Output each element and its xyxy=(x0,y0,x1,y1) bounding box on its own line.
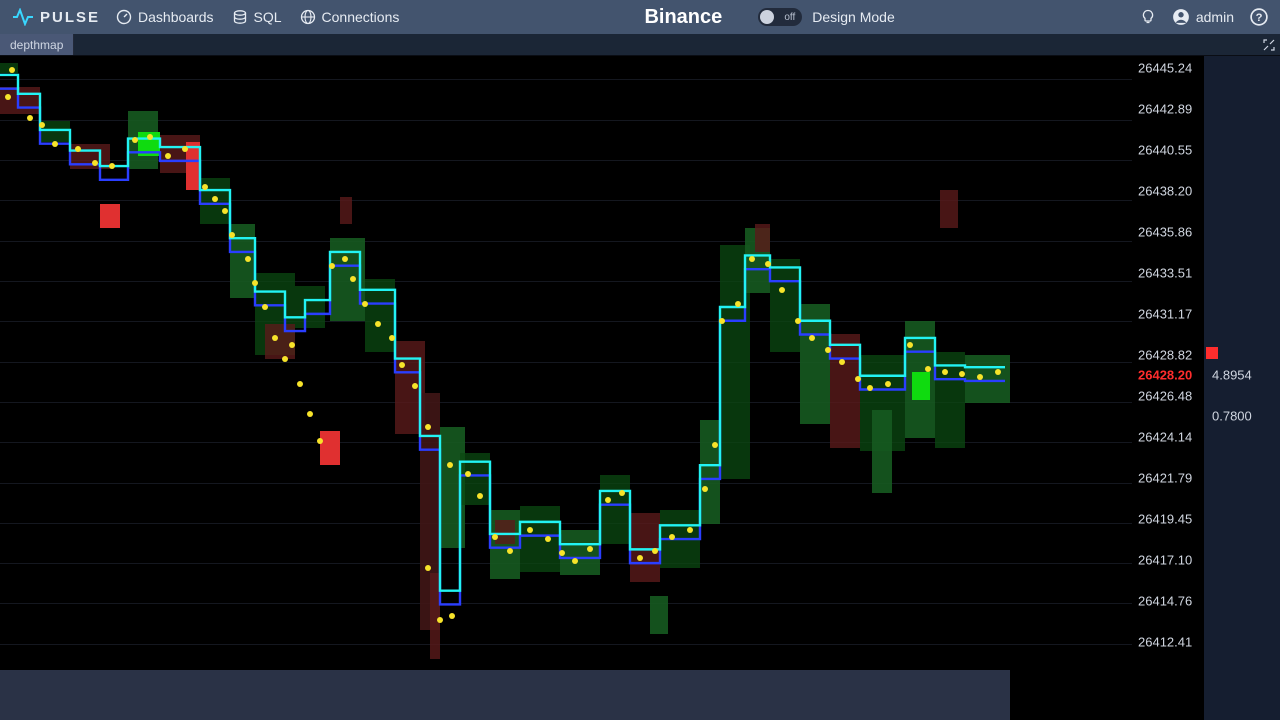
y-axis-tick: 26428.20 xyxy=(1138,368,1192,383)
y-axis-tick: 26421.79 xyxy=(1138,471,1192,486)
y-axis-tick: 26445.24 xyxy=(1138,61,1192,76)
side-panel: 4.8954 0.7800 xyxy=(1204,56,1280,720)
tabbar: depthmap xyxy=(0,34,1280,56)
svg-text:?: ? xyxy=(1256,12,1263,24)
tab-depthmap[interactable]: depthmap xyxy=(0,34,74,55)
app-logo[interactable]: PULSE xyxy=(12,8,100,26)
header: PULSE Dashboards SQL Connections Binance… xyxy=(0,0,1280,34)
y-axis-tick: 26417.10 xyxy=(1138,553,1192,568)
y-axis-tick: 26428.82 xyxy=(1138,348,1192,363)
app-title: Binance xyxy=(644,6,722,29)
gauge-icon xyxy=(116,9,132,25)
main: 26445.24 26442.89 26440.55 26438.20 26435.86… xyxy=(0,56,1280,720)
user-menu[interactable]: admin xyxy=(1172,8,1234,26)
side-value: 0.7800 xyxy=(1212,409,1252,424)
database-icon xyxy=(232,9,248,25)
nav-dashboards[interactable]: Dashboards xyxy=(116,9,214,25)
nav: Dashboards SQL Connections xyxy=(116,9,399,25)
globe-icon xyxy=(300,9,316,25)
design-mode-toggle[interactable]: off xyxy=(758,8,802,26)
y-axis-tick: 26433.51 xyxy=(1138,266,1192,281)
help-icon[interactable]: ? xyxy=(1250,8,1268,26)
price-axis: 26445.24 26442.89 26440.55 26438.20 26435.86… xyxy=(1132,56,1204,720)
design-mode-label: Design Mode xyxy=(812,9,895,25)
y-axis-tick: 26424.14 xyxy=(1138,430,1192,445)
y-axis-tick: 26412.41 xyxy=(1138,635,1192,650)
header-right: admin ? xyxy=(1140,8,1268,26)
depthmap-chart[interactable] xyxy=(0,56,1132,720)
user-name: admin xyxy=(1196,9,1234,25)
time-scrubber[interactable] xyxy=(0,670,1010,720)
app-brand: PULSE xyxy=(40,9,100,26)
expand-icon xyxy=(1263,39,1275,51)
y-axis-tick: 26426.48 xyxy=(1138,389,1192,404)
y-axis-tick: 26440.55 xyxy=(1138,143,1192,158)
y-axis-tick: 26435.86 xyxy=(1138,225,1192,240)
y-axis-tick: 26419.45 xyxy=(1138,512,1192,527)
design-mode: off Design Mode xyxy=(758,8,895,26)
nav-sql[interactable]: SQL xyxy=(232,9,282,25)
expand-button[interactable] xyxy=(1258,34,1280,55)
y-axis-tick: 26442.89 xyxy=(1138,102,1192,117)
pulse-logo-icon xyxy=(12,8,34,26)
y-axis-tick: 26414.76 xyxy=(1138,594,1192,609)
lightbulb-icon[interactable] xyxy=(1140,9,1156,25)
price-marker xyxy=(1206,347,1218,359)
y-axis-tick: 26438.20 xyxy=(1138,184,1192,199)
nav-connections[interactable]: Connections xyxy=(300,9,400,25)
y-axis-tick: 26431.17 xyxy=(1138,307,1192,322)
user-icon xyxy=(1172,8,1190,26)
side-value: 4.8954 xyxy=(1212,368,1252,383)
